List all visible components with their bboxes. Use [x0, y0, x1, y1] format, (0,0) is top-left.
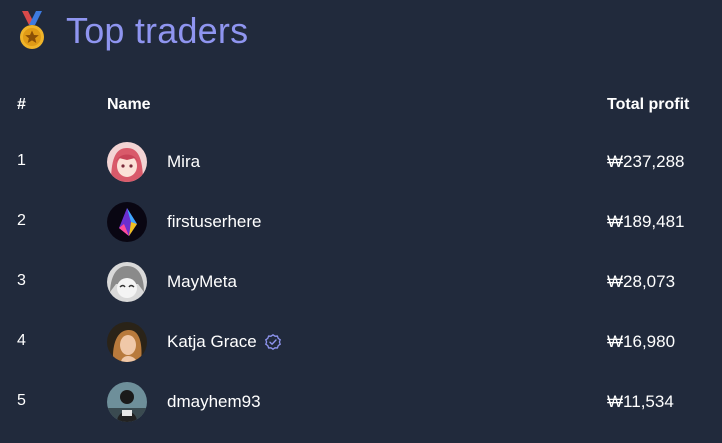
- avatar[interactable]: [107, 322, 147, 362]
- profit-cell: ₩11,534: [607, 392, 674, 411]
- table-row: 4 Katja Grace ₩16,980: [0, 312, 722, 372]
- profit-cell: ₩237,288: [607, 152, 685, 171]
- profit-cell: ₩189,481: [607, 212, 685, 231]
- table-row: 5 dmayhem93 ₩11,534: [0, 372, 722, 432]
- username[interactable]: dmayhem93: [167, 392, 261, 412]
- table-row: 1 Mira ₩237,288: [0, 132, 722, 192]
- leaderboard-table: # Name Total profit 1 Mira ₩237,288 2 fi…: [0, 78, 722, 432]
- page-title: Top traders: [66, 10, 249, 51]
- name-column-header: Name: [107, 96, 151, 113]
- table-row: 2 firstuserhere ₩189,481: [0, 192, 722, 252]
- table-header: # Name Total profit: [0, 78, 722, 132]
- avatar[interactable]: [107, 142, 147, 182]
- page-header: Top traders: [14, 8, 248, 54]
- username[interactable]: firstuserhere: [167, 212, 261, 232]
- rank-cell: 4: [17, 332, 26, 349]
- profit-column-header: Total profit: [607, 96, 690, 113]
- rank-cell: 5: [17, 392, 26, 409]
- user-link[interactable]: MayMeta: [107, 262, 237, 302]
- rank-cell: 3: [17, 272, 26, 289]
- user-link[interactable]: firstuserhere: [107, 202, 261, 242]
- table-row: 3 MayMeta ₩28,073: [0, 252, 722, 312]
- rank-cell: 2: [17, 212, 26, 229]
- username[interactable]: Katja Grace: [167, 332, 257, 352]
- user-link[interactable]: dmayhem93: [107, 382, 261, 422]
- avatar[interactable]: [107, 202, 147, 242]
- username[interactable]: MayMeta: [167, 272, 237, 292]
- avatar[interactable]: [107, 382, 147, 422]
- profit-cell: ₩28,073: [607, 272, 676, 291]
- verified-badge-icon: [264, 334, 281, 350]
- medal-icon: [14, 11, 50, 51]
- profit-cell: ₩16,980: [607, 332, 676, 351]
- user-link[interactable]: Katja Grace: [107, 322, 281, 362]
- rank-cell: 1: [17, 152, 26, 169]
- avatar[interactable]: [107, 262, 147, 302]
- rank-column-header: #: [17, 96, 26, 113]
- username[interactable]: Mira: [167, 152, 200, 172]
- user-link[interactable]: Mira: [107, 142, 200, 182]
